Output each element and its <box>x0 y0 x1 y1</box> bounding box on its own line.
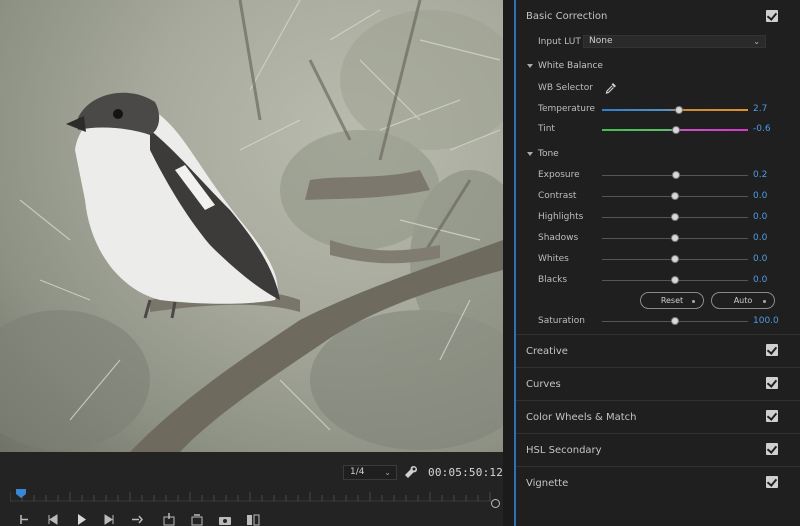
highlights-value[interactable]: 0.0 <box>753 212 767 222</box>
overwrite-icon[interactable] <box>190 513 204 526</box>
section-creative[interactable]: Creative <box>516 334 800 366</box>
section-title: Basic Correction <box>526 11 608 22</box>
section-title: HSL Secondary <box>526 445 602 456</box>
export-frame-icon[interactable] <box>218 513 232 526</box>
curves-checkbox[interactable] <box>766 377 778 389</box>
play-icon[interactable] <box>74 513 88 526</box>
whites-slider-thumb[interactable] <box>671 255 679 263</box>
blacks-slider-thumb[interactable] <box>671 276 679 284</box>
zoom-level-value: 1/4 <box>350 467 365 477</box>
saturation-slider-thumb[interactable] <box>671 317 679 325</box>
section-curves[interactable]: Curves <box>516 367 800 399</box>
video-preview[interactable] <box>0 0 503 452</box>
auto-button[interactable]: Auto <box>711 292 775 309</box>
input-lut-value: None <box>589 36 613 46</box>
zoom-level-select[interactable]: 1/4 ⌄ <box>343 465 397 480</box>
saturation-label: Saturation <box>538 316 585 326</box>
dot-icon <box>692 300 695 303</box>
wb-selector-label: WB Selector <box>538 83 593 93</box>
whites-value[interactable]: 0.0 <box>753 254 767 264</box>
eyedropper-icon[interactable] <box>605 82 617 94</box>
temperature-value[interactable]: 2.7 <box>753 104 767 114</box>
playhead-timecode[interactable]: 00:05:50:12 <box>428 466 503 479</box>
contrast-value[interactable]: 0.0 <box>753 191 767 201</box>
highlights-label: Highlights <box>538 212 584 222</box>
timeline-ruler[interactable] <box>10 489 495 507</box>
insert-icon[interactable] <box>162 513 176 526</box>
blacks-value[interactable]: 0.0 <box>753 275 767 285</box>
program-monitor: 1/4 ⌄ 00:05:50:12 <box>0 0 503 526</box>
highlights-slider-thumb[interactable] <box>671 213 679 221</box>
color-wheels-match-checkbox[interactable] <box>766 410 778 422</box>
basic-correction-checkbox[interactable] <box>766 10 778 22</box>
dot-icon <box>763 300 766 303</box>
section-title: Color Wheels & Match <box>526 412 637 423</box>
saturation-value[interactable]: 100.0 <box>753 316 779 326</box>
contrast-slider-thumb[interactable] <box>671 192 679 200</box>
shadows-slider-thumb[interactable] <box>671 234 679 242</box>
contrast-label: Contrast <box>538 191 577 201</box>
go-to-out-icon[interactable] <box>130 513 144 526</box>
compare-icon[interactable] <box>246 513 260 526</box>
shadows-label: Shadows <box>538 233 579 243</box>
input-lut-label: Input LUT <box>538 37 581 47</box>
creative-checkbox[interactable] <box>766 344 778 356</box>
tint-label: Tint <box>538 124 555 134</box>
chevron-down-icon: ⌄ <box>753 37 760 46</box>
transport-controls <box>10 513 500 526</box>
reset-button[interactable]: Reset <box>640 292 704 309</box>
mark-in-icon[interactable] <box>18 513 32 526</box>
auto-button-label: Auto <box>733 296 753 305</box>
tone-collapse-icon[interactable] <box>527 152 533 156</box>
exposure-slider-thumb[interactable] <box>672 171 681 179</box>
shadows-value[interactable]: 0.0 <box>753 233 767 243</box>
exposure-value[interactable]: 0.2 <box>753 170 767 180</box>
section-title: Creative <box>526 346 568 357</box>
section-basic-correction[interactable]: Basic Correction <box>516 0 800 32</box>
white-balance-collapse-icon[interactable] <box>527 64 533 68</box>
reset-button-label: Reset <box>660 296 684 305</box>
temperature-slider-thumb[interactable] <box>675 106 684 114</box>
wrench-icon[interactable] <box>404 465 418 479</box>
section-vignette[interactable]: Vignette <box>516 466 800 498</box>
chevron-down-icon: ⌄ <box>384 468 391 477</box>
bird-on-branch-image <box>0 0 503 452</box>
white-balance-title: White Balance <box>538 61 603 71</box>
section-title: Curves <box>526 379 561 390</box>
whites-label: Whites <box>538 254 569 264</box>
tint-slider-thumb[interactable] <box>672 126 681 134</box>
lumetri-color-panel: Basic Correction Input LUT None ⌄ White … <box>516 0 800 526</box>
tint-value[interactable]: -0.6 <box>753 124 771 134</box>
section-color-wheels-match[interactable]: Color Wheels & Match <box>516 400 800 432</box>
tone-title: Tone <box>538 149 559 159</box>
temperature-label: Temperature <box>538 104 596 114</box>
step-forward-icon[interactable] <box>102 513 116 526</box>
playhead-marker[interactable] <box>16 489 26 498</box>
exposure-label: Exposure <box>538 170 580 180</box>
timeline-end-handle[interactable] <box>491 499 500 508</box>
section-title: Vignette <box>526 478 569 489</box>
section-hsl-secondary[interactable]: HSL Secondary <box>516 433 800 465</box>
hsl-secondary-checkbox[interactable] <box>766 443 778 455</box>
vignette-checkbox[interactable] <box>766 476 778 488</box>
input-lut-select[interactable]: None ⌄ <box>583 35 766 48</box>
blacks-label: Blacks <box>538 275 568 285</box>
step-back-icon[interactable] <box>46 513 60 526</box>
